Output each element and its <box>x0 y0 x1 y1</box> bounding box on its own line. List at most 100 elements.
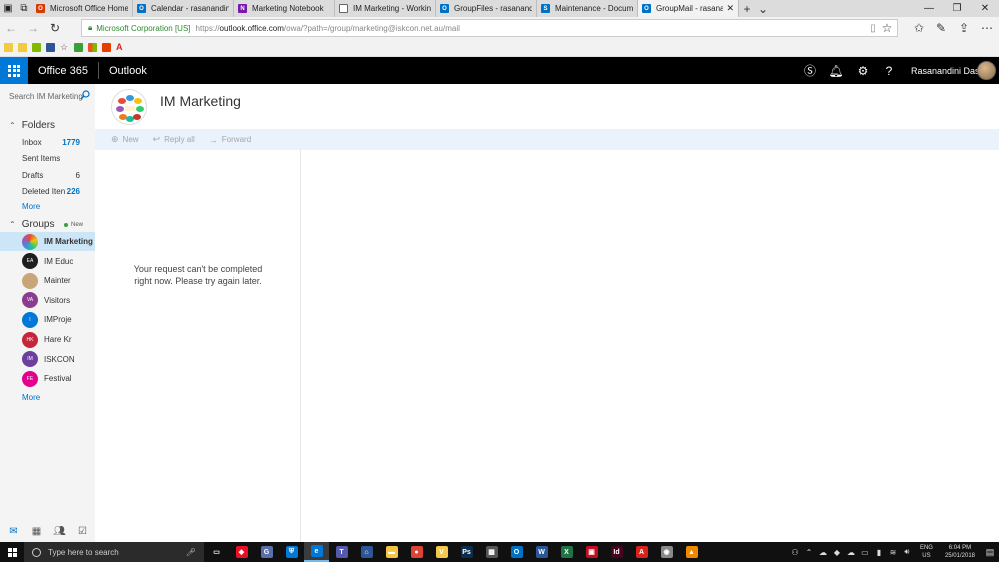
adobe-icon[interactable]: A <box>116 43 125 52</box>
battery-icon[interactable]: ▮ <box>874 547 884 557</box>
folder-item[interactable]: Deleted Iten 226 <box>0 184 95 200</box>
window-menu-icon[interactable]: ▣ <box>0 0 16 17</box>
taskbar-app-edge-button[interactable]: e <box>304 542 329 562</box>
taskbar-search-box[interactable]: Type here to search 🎤︎ <box>24 542 204 562</box>
tasks-icon[interactable]: ☑ <box>77 526 88 537</box>
taskbar-app-teams-button[interactable]: T <box>329 542 354 562</box>
taskbar-app-outlook-button[interactable]: O <box>504 542 529 562</box>
favorite-site-icon[interactable] <box>46 43 55 52</box>
folders-more-link[interactable]: More <box>22 202 40 211</box>
reply-all-button[interactable]: ↩ Reply all <box>153 134 195 145</box>
folder-item[interactable]: Sent Items <box>0 151 95 167</box>
folders-section-header[interactable]: ⌃ Folders <box>0 117 95 133</box>
tab-list-chevron-icon[interactable]: ⌄ <box>755 0 771 17</box>
help-icon[interactable]: ? <box>876 57 902 84</box>
taskbar-app-acrobat-button[interactable]: A <box>629 542 654 562</box>
taskbar-app-chrome-button[interactable]: ● <box>404 542 429 562</box>
new-group-badge[interactable]: New <box>64 222 83 228</box>
action-center-icon[interactable]: ▤ <box>981 547 999 558</box>
app-name[interactable]: Outlook <box>109 65 147 77</box>
taskbar-task-view-button[interactable]: ▭ <box>204 542 229 562</box>
taskbar-app-explorer-button[interactable]: ▬ <box>379 542 404 562</box>
group-item[interactable]: IM Marketing <box>0 232 95 251</box>
network-icon[interactable]: ▭ <box>860 547 870 557</box>
close-tab-icon[interactable]: ✕ <box>726 3 734 14</box>
url-field[interactable]: 🔒︎ Microsoft Corporation [US] https:// o… <box>81 19 898 37</box>
taskbar-app-word-button[interactable]: W <box>529 542 554 562</box>
show-hidden-icons-chevron-icon[interactable]: ⌃ <box>804 547 814 557</box>
group-item[interactable]: FE Festival <box>0 369 95 388</box>
tab-preview-icon[interactable]: ⧉ <box>16 0 32 17</box>
minimize-button[interactable]: — <box>915 0 943 17</box>
taskbar-app-excel-button[interactable]: X <box>554 542 579 562</box>
skype-icon[interactable]: Ⓢ <box>797 57 823 84</box>
app-launcher-button[interactable] <box>0 57 28 84</box>
people-icon[interactable]: ⚇ <box>790 547 800 557</box>
more-icon[interactable]: ⋯ <box>976 17 998 39</box>
favorite-star-icon[interactable]: ☆ <box>60 43 69 52</box>
favorite-folder-icon[interactable] <box>18 43 27 52</box>
browser-tab[interactable]: IM Marketing - Working Fol <box>335 0 436 17</box>
cloud-icon[interactable]: ☁ <box>818 547 828 557</box>
search-icon[interactable] <box>80 90 90 100</box>
taskbar-app-vim-button[interactable]: V <box>429 542 454 562</box>
browser-tab[interactable]: O Calendar - rasanandinidasi@ <box>133 0 234 17</box>
favorite-site-icon[interactable] <box>74 43 83 52</box>
volume-icon[interactable]: 🔊︎ <box>902 547 912 557</box>
taskbar-app-chrome-like-button[interactable]: G <box>254 542 279 562</box>
taskbar-app-photoshop-button[interactable]: Ps <box>454 542 479 562</box>
taskbar-app-media-button[interactable]: ◉ <box>654 542 679 562</box>
favorite-folder-icon[interactable] <box>4 43 13 52</box>
maximize-button[interactable]: ❐ <box>943 0 971 17</box>
group-item[interactable]: I IMProje <box>0 310 95 329</box>
taskbar-app-vlc-button[interactable]: ▲ <box>679 542 704 562</box>
notifications-bell-icon[interactable]: 🔔︎ <box>823 57 849 84</box>
folder-item[interactable]: Inbox 1779 <box>0 134 95 150</box>
taskbar-app-store-button[interactable]: ⌂ <box>354 542 379 562</box>
wifi-icon[interactable]: ≋ <box>888 547 898 557</box>
people-icon[interactable]: 👥︎ <box>53 526 66 537</box>
start-button[interactable] <box>0 542 24 562</box>
favorite-star-icon[interactable]: ☆ <box>876 17 898 39</box>
group-logo[interactable] <box>111 89 147 125</box>
browser-tab[interactable]: N Marketing Notebook <box>234 0 335 17</box>
favorite-site-icon[interactable] <box>32 43 41 52</box>
taskbar-app-indesign-button[interactable]: Id <box>604 542 629 562</box>
onedrive-icon[interactable]: ☁ <box>846 547 856 557</box>
clock[interactable]: 6:04 PM 25/01/2018 <box>945 544 975 560</box>
suite-name[interactable]: Office 365 <box>38 65 88 77</box>
settings-gear-icon[interactable]: ⚙ <box>850 57 876 84</box>
user-name[interactable]: Rasanandini Dasi <box>911 57 982 84</box>
browser-tab[interactable]: S Maintenance - Documents <box>537 0 638 17</box>
group-item[interactable]: Mainter <box>0 271 95 290</box>
browser-tab[interactable]: O Microsoft Office Home <box>32 0 133 17</box>
favorites-hub-icon[interactable]: ✩ <box>908 17 930 39</box>
taskbar-app-diamond-button[interactable]: ◆ <box>229 542 254 562</box>
office-icon[interactable] <box>102 43 111 52</box>
group-item[interactable]: IM ISKCON <box>0 350 95 369</box>
dropbox-icon[interactable]: ◆ <box>832 547 842 557</box>
group-item[interactable]: EA IM Educ <box>0 252 95 271</box>
folder-item[interactable]: Drafts 6 <box>0 167 95 183</box>
forward-button[interactable]: → <box>22 17 44 39</box>
group-item[interactable]: HK Hare Kr <box>0 330 95 349</box>
forward-button[interactable]: → Forward <box>209 135 251 145</box>
close-window-button[interactable]: ✕ <box>971 0 999 17</box>
mail-icon[interactable]: ✉ <box>8 526 19 537</box>
browser-tab[interactable]: O GroupMail - rasanandin✕ <box>638 0 739 17</box>
new-button[interactable]: ⊕ New <box>111 134 139 145</box>
share-icon[interactable]: ⇪ <box>953 17 975 39</box>
taskbar-app-defender-button[interactable]: ⛨ <box>279 542 304 562</box>
groups-more-link[interactable]: More <box>22 393 40 402</box>
user-avatar[interactable] <box>977 61 996 80</box>
refresh-button[interactable]: ↻ <box>44 17 66 39</box>
group-item[interactable]: VA Visitors <box>0 291 95 310</box>
pen-icon[interactable]: ✎ <box>930 17 952 39</box>
browser-tab[interactable]: O GroupFiles - rasanandinidas <box>436 0 537 17</box>
microphone-icon[interactable]: 🎤︎ <box>186 548 196 557</box>
back-button[interactable]: ← <box>0 17 22 39</box>
input-language[interactable]: ENG US <box>920 544 933 560</box>
microsoft-logo-icon[interactable] <box>88 43 97 52</box>
calendar-icon[interactable]: ▦ <box>31 526 42 537</box>
new-tab-button[interactable]: + <box>739 0 755 17</box>
